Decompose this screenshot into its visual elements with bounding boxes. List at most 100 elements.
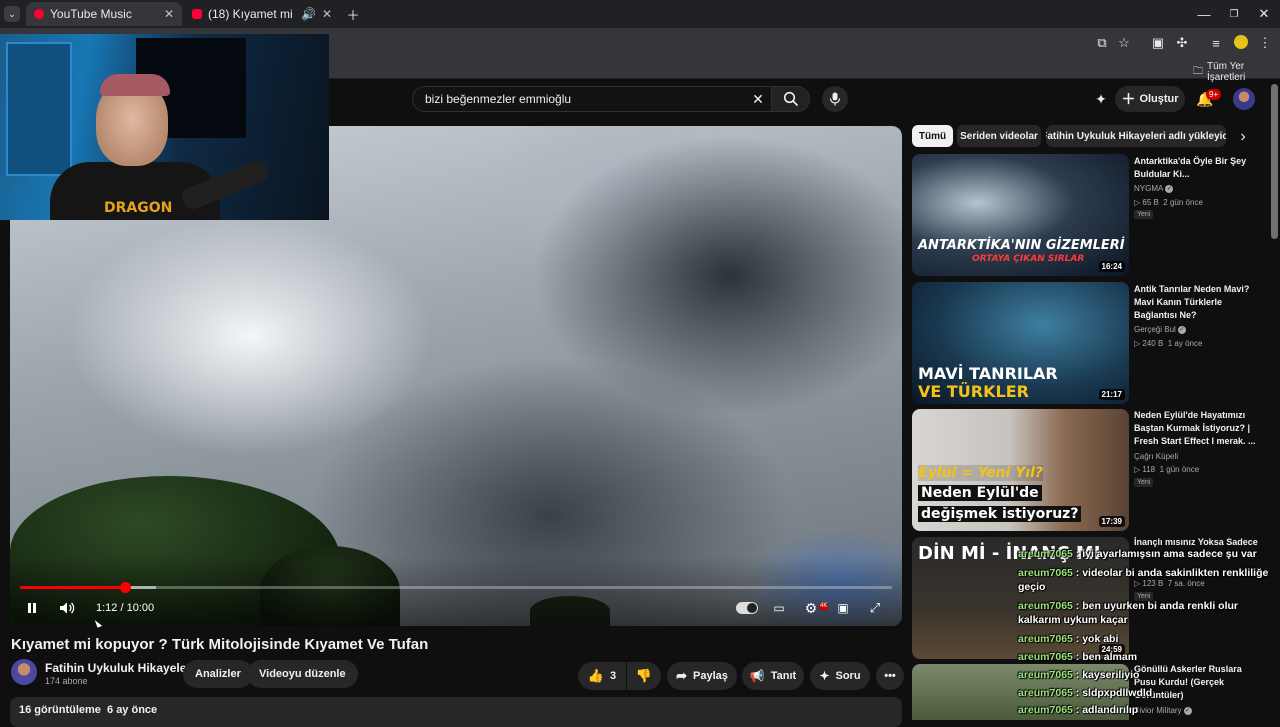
views: 65 B: [1142, 198, 1159, 207]
chat-username: areum7065: [1018, 704, 1073, 716]
notification-badge: 9+: [1206, 89, 1222, 100]
search-input[interactable]: bizi beğenmezler emmioğlu: [412, 86, 772, 112]
edit-video-button[interactable]: Videoyu düzenle: [247, 660, 358, 688]
like-button[interactable]: 👍 3: [578, 662, 626, 690]
channel-avatar[interactable]: [11, 659, 37, 685]
related-thumbnail[interactable]: ANTARKTİKA'NIN GİZEMLERİ ORTAYA ÇIKAN SI…: [912, 154, 1129, 276]
edit-video-label: Videoyu düzenle: [259, 668, 346, 680]
settings-gear-icon[interactable]: ⚙: [802, 600, 820, 616]
chip-series[interactable]: Seriden videolar: [957, 125, 1041, 147]
autoplay-toggle[interactable]: [736, 602, 758, 614]
chip-all[interactable]: Tümü: [912, 125, 953, 147]
maximize-icon[interactable]: ❐: [1226, 6, 1242, 22]
promote-button[interactable]: 📢 Tanıt: [742, 662, 804, 690]
chat-username: areum7065: [1018, 669, 1073, 681]
extensions-puzzle-icon[interactable]: ✣: [1174, 35, 1190, 51]
chat-text: : adlandırılıp: [1072, 704, 1139, 716]
related-channel: NYGMA ✓: [1134, 184, 1174, 193]
clear-search-icon[interactable]: ✕: [750, 91, 766, 107]
share-label: Paylaş: [693, 670, 728, 682]
analytics-button[interactable]: Analizler: [183, 660, 253, 688]
create-button[interactable]: ＋ Oluştur: [1115, 86, 1185, 112]
related-title[interactable]: Antik Tanrılar Neden Mavi? Mavi Kanın Tü…: [1134, 283, 1264, 322]
related-channel: Çağrı Küpeli: [1134, 452, 1178, 461]
page-scrollbar[interactable]: [1271, 84, 1278, 239]
related-thumbnail[interactable]: MAVİ TANRILAR VE TÜRKLER 21:17: [912, 282, 1129, 404]
subtitles-icon[interactable]: ▭: [770, 600, 788, 616]
age: 2 gün önce: [1163, 198, 1203, 207]
reading-list-icon[interactable]: ≡: [1208, 35, 1224, 51]
more-actions-button[interactable]: •••: [876, 662, 904, 690]
close-tab-icon[interactable]: ✕: [164, 7, 174, 21]
tab-label: YouTube Music: [50, 7, 132, 21]
profile-icon[interactable]: [1234, 35, 1248, 49]
bookmark-star-icon[interactable]: ☆: [1116, 35, 1132, 51]
webcam-overlay: DRAGON: [0, 34, 329, 220]
volume-icon: [60, 602, 75, 614]
channel-label: Çağrı Küpeli: [1134, 452, 1179, 461]
webcam-background-door: [6, 42, 72, 176]
chat-username: areum7065: [1018, 651, 1073, 663]
tab-kiyamet-video[interactable]: (18) Kıyamet mi kopuyor ? 🔊 ✕: [184, 2, 340, 26]
analytics-label: Analizler: [195, 668, 241, 680]
minimize-icon[interactable]: —: [1196, 6, 1212, 22]
thumbnail-text: Eylül = Yeni Yıl?: [918, 465, 1044, 481]
chat-text: : iyi ayarlamışsın ama sadece şu var: [1072, 548, 1257, 560]
fullscreen-icon[interactable]: ⤢: [866, 600, 884, 616]
view-count-and-date: 16 görüntüleme 6 ay önce: [19, 704, 158, 716]
more-dots-icon: •••: [884, 670, 896, 682]
search-button[interactable]: [772, 86, 810, 112]
channel-name[interactable]: Fatihin Uykuluk Hikayeleri: [45, 661, 194, 675]
account-avatar[interactable]: [1233, 88, 1255, 110]
chat-message: areum7065 : videolar bi anda sakinlikten…: [1018, 566, 1280, 594]
tab-search-icon[interactable]: ⌄: [4, 6, 20, 22]
close-tab-icon[interactable]: ✕: [322, 7, 332, 21]
new-tab-icon[interactable]: ＋: [344, 5, 362, 23]
chat-message: areum7065 : ben almam: [1018, 650, 1280, 664]
related-thumbnail[interactable]: Eylül = Yeni Yıl? Neden Eylül'de değişme…: [912, 409, 1129, 531]
time-separator: /: [117, 602, 127, 614]
close-window-icon[interactable]: ✕: [1256, 6, 1272, 22]
install-app-icon[interactable]: ⧉: [1094, 35, 1110, 51]
age: 1 ay önce: [1167, 339, 1203, 348]
subscriber-count: 174 abone: [45, 676, 88, 686]
browser-menu-icon[interactable]: ⋮: [1258, 35, 1272, 51]
share-button[interactable]: ➦ Paylaş: [667, 662, 737, 690]
volume-button[interactable]: [58, 600, 76, 616]
progress-played: [20, 586, 125, 589]
extension-icon[interactable]: ▣: [1150, 35, 1166, 51]
chat-text: : kayseriliyio: [1072, 669, 1140, 681]
all-bookmarks-folder[interactable]: 🗀 Tüm Yer İşaretleri: [1193, 61, 1280, 83]
quality-badge: 4K: [819, 603, 829, 610]
chevron-right-icon[interactable]: ›: [1236, 128, 1250, 145]
webcam-shirt-logo: DRAGON: [104, 200, 173, 216]
voice-search-button[interactable]: [822, 86, 848, 112]
scrubber-handle[interactable]: [120, 582, 131, 593]
ask-button[interactable]: ✦ Soru: [810, 662, 870, 690]
related-title[interactable]: Antarktika'da Öyle Bir Şey Buldular Ki..…: [1134, 155, 1264, 181]
thumbnail-subtext: değişmek istiyoruz?: [918, 506, 1082, 522]
youtube-favicon-icon: [192, 9, 202, 19]
share-arrow-icon: ➦: [676, 668, 688, 683]
new-badge: Yeni: [1134, 478, 1154, 487]
age: 1 gün önce: [1159, 465, 1200, 474]
theater-mode-icon[interactable]: ▣: [834, 600, 852, 616]
plus-icon: ＋: [1121, 91, 1136, 107]
chat-message: areum7065 : adlandırılıp: [1018, 703, 1280, 717]
chat-message: areum7065 : kayseriliyio: [1018, 668, 1280, 682]
studio-sparkle-icon[interactable]: ✦: [1092, 90, 1110, 108]
chat-username: areum7065: [1018, 548, 1073, 560]
like-count: 3: [610, 670, 617, 682]
related-title[interactable]: Neden Eylül'de Hayatımızı Baştan Kurmak …: [1134, 409, 1264, 448]
video-title: Kıyamet mi kopuyor ? Türk Mitolojisinde …: [11, 636, 429, 653]
thumbnail-text: MAVİ TANRILAR: [918, 364, 1058, 383]
chip-uploader[interactable]: Fatihin Uykuluk Hikayeleri adlı yükleyic…: [1046, 125, 1226, 147]
audio-playing-icon[interactable]: 🔊: [301, 7, 316, 21]
thumbnail-text: ANTARKTİKA'NIN GİZEMLERİ: [918, 238, 1125, 253]
chat-username: areum7065: [1018, 633, 1073, 645]
dislike-button[interactable]: 👎: [627, 662, 661, 690]
webcam-person-cap: [100, 74, 170, 96]
search-icon: [783, 91, 798, 107]
tab-youtube-music[interactable]: YouTube Music ✕: [26, 2, 182, 26]
pause-button[interactable]: [24, 600, 40, 616]
